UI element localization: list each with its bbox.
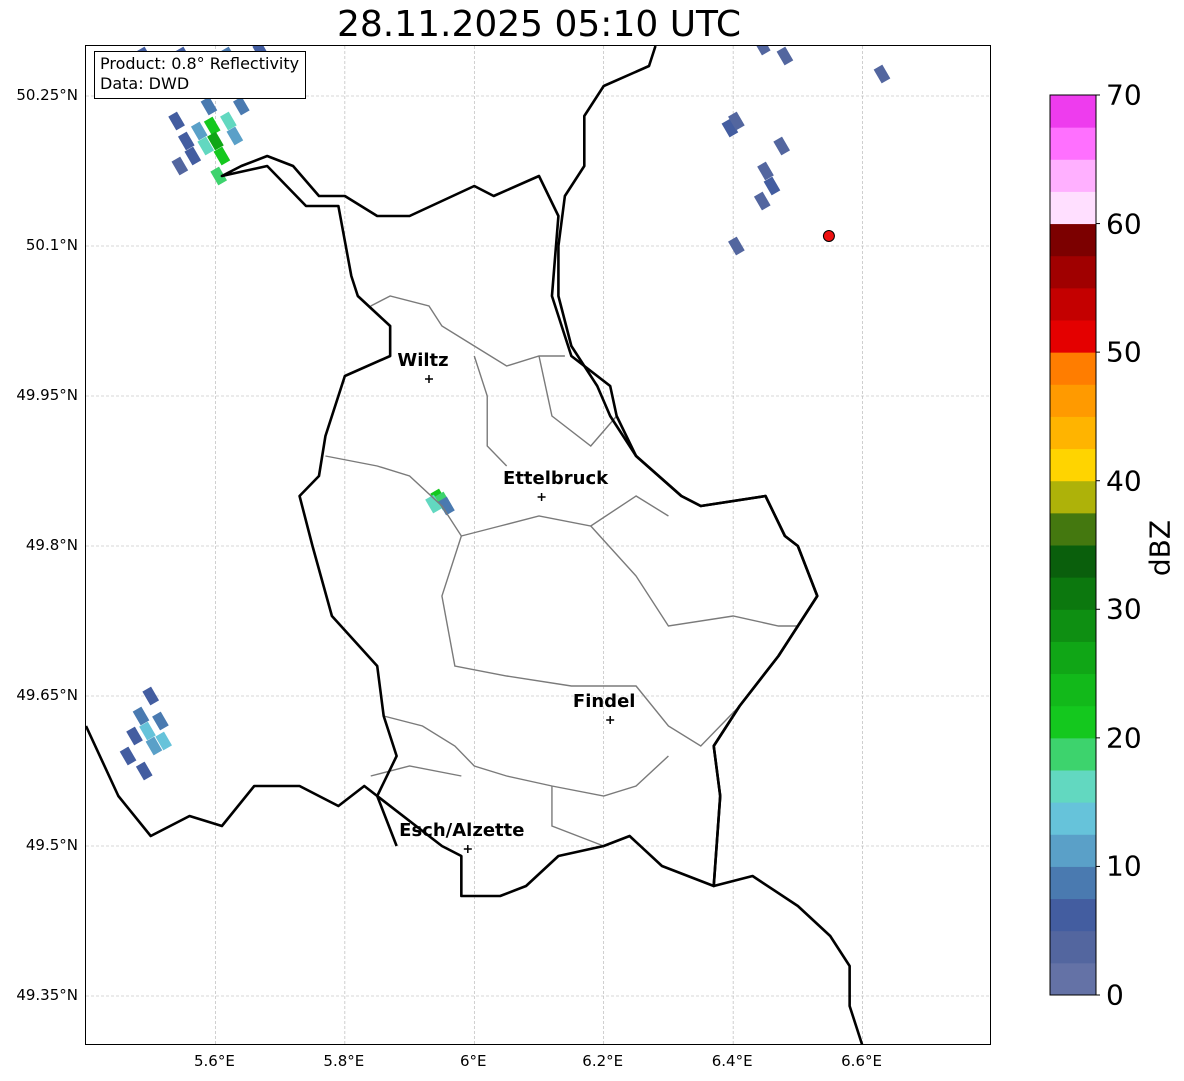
radar-echo-cell bbox=[753, 46, 771, 56]
city-label: Ettelbruck bbox=[503, 468, 609, 489]
colorbar-segment bbox=[1050, 384, 1096, 417]
colorbar-segment bbox=[1050, 191, 1096, 225]
luxembourg-border bbox=[220, 154, 819, 898]
radar-echo-cell bbox=[152, 711, 169, 731]
colorbar-segment bbox=[1050, 95, 1096, 128]
radar-echo-cell bbox=[873, 64, 891, 84]
colorbar-segment bbox=[1050, 962, 1096, 996]
map-area[interactable] bbox=[85, 45, 991, 1045]
colorbar-segment bbox=[1050, 866, 1096, 900]
radar-echo-cell bbox=[171, 156, 189, 176]
radar-echo-cell bbox=[753, 191, 771, 211]
colorbar-segment bbox=[1050, 641, 1096, 675]
colorbar-segment bbox=[1050, 930, 1096, 964]
colorbar-tick-label: 50 bbox=[1106, 335, 1142, 369]
colorbar-tick-label: 10 bbox=[1106, 849, 1142, 883]
colorbar-segment bbox=[1050, 770, 1096, 803]
map-title: 28.11.2025 05:10 UTC bbox=[336, 4, 742, 45]
colorbar-segment bbox=[1050, 834, 1096, 867]
colorbar-segment bbox=[1050, 898, 1096, 932]
lat-tick-label: 50.1°N bbox=[25, 236, 78, 254]
lat-tick-label: 49.5°N bbox=[25, 836, 78, 854]
lon-tick-label: 6.2°E bbox=[582, 1052, 624, 1070]
lat-tick-label: 49.8°N bbox=[25, 536, 78, 554]
map-canvas bbox=[86, 46, 990, 1044]
radar-echo-cell bbox=[232, 96, 250, 116]
colorbar-segment bbox=[1050, 159, 1096, 192]
lat-tick-label: 50.25°N bbox=[16, 86, 78, 104]
canton-boundary bbox=[383, 715, 669, 797]
colorbar-segment bbox=[1050, 705, 1096, 739]
colorbar-tick-label: 60 bbox=[1106, 207, 1142, 241]
colorbar-segment bbox=[1050, 802, 1096, 835]
colorbar-segment bbox=[1050, 512, 1096, 546]
city-label: Wiltz bbox=[397, 350, 449, 371]
radar-echo-cell bbox=[126, 726, 143, 746]
colorbar-segment bbox=[1050, 609, 1096, 642]
colorbar-tick-label: 20 bbox=[1106, 721, 1142, 755]
germany-border bbox=[557, 46, 864, 1044]
lat-tick-label: 49.95°N bbox=[16, 386, 78, 404]
lat-tick-label: 49.65°N bbox=[16, 686, 78, 704]
colorbar-segment bbox=[1050, 287, 1096, 321]
colorbar-segment bbox=[1050, 255, 1096, 289]
radar-site-marker bbox=[822, 230, 835, 242]
canton-boundary bbox=[325, 455, 669, 537]
colorbar-segment bbox=[1050, 127, 1096, 160]
radar-echo-cell bbox=[200, 96, 218, 116]
colorbar-tick-label: 40 bbox=[1106, 464, 1142, 498]
colorbar-segment bbox=[1050, 416, 1096, 450]
colorbar-segment bbox=[1050, 352, 1096, 385]
colorbar-segment bbox=[1050, 673, 1096, 707]
colorbar-segment bbox=[1050, 223, 1096, 257]
canton-boundary bbox=[370, 765, 462, 777]
city-label: Findel bbox=[572, 691, 636, 712]
product-label: Product: 0.8° Reflectivity bbox=[100, 54, 300, 73]
city-label: Esch/Alzette bbox=[399, 820, 525, 841]
radar-echo-cell bbox=[168, 111, 185, 131]
colorbar-segment bbox=[1050, 737, 1096, 771]
colorbar-segment bbox=[1050, 577, 1096, 610]
radar-echo-cell bbox=[203, 116, 221, 136]
radar-echo-cell bbox=[776, 46, 794, 66]
lon-tick-label: 6.6°E bbox=[841, 1052, 882, 1070]
colorbar-tick-label: 30 bbox=[1106, 592, 1142, 626]
canton-boundary bbox=[590, 525, 798, 627]
colorbar bbox=[1049, 94, 1100, 996]
colorbar-unit-label: dBZ bbox=[1143, 519, 1177, 577]
canton-boundary bbox=[441, 535, 741, 747]
colorbar-tick-label: 0 bbox=[1106, 978, 1124, 1012]
lon-tick-label: 6°E bbox=[460, 1052, 487, 1070]
lon-tick-label: 6.4°E bbox=[711, 1052, 753, 1070]
lat-tick-label: 49.35°N bbox=[16, 986, 78, 1004]
colorbar-segment bbox=[1050, 320, 1096, 353]
belgium-france-border bbox=[86, 725, 398, 847]
lon-tick-label: 5.6°E bbox=[194, 1052, 235, 1070]
radar-echo-cell bbox=[773, 136, 791, 156]
canton-boundary bbox=[473, 355, 508, 467]
data-source-label: Data: DWD bbox=[100, 74, 190, 93]
lon-tick-label: 5.8°E bbox=[323, 1052, 365, 1070]
colorbar-tick-label: 70 bbox=[1106, 78, 1142, 112]
radar-echo-cell bbox=[135, 761, 153, 781]
colorbar-segment bbox=[1050, 545, 1096, 578]
radar-echo-cell bbox=[119, 746, 137, 766]
colorbar-segment bbox=[1050, 480, 1096, 514]
info-box: Product: 0.8° Reflectivity Data: DWD bbox=[94, 51, 307, 99]
colorbar-segment bbox=[1050, 448, 1096, 482]
